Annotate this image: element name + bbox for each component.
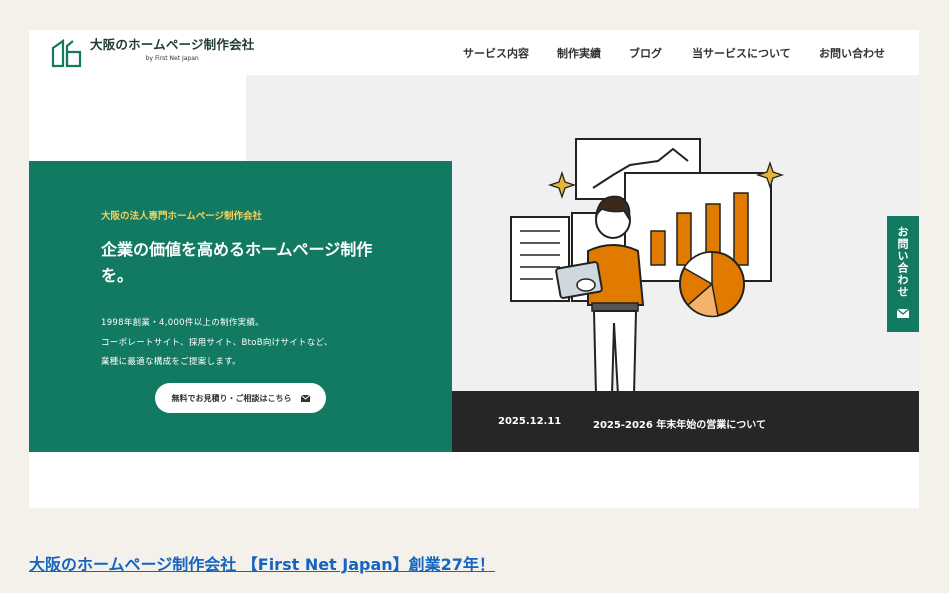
news-title[interactable]: 2025-2026 年末年始の営業について xyxy=(593,416,766,431)
news-bar[interactable]: 2025.12.11 2025-2026 年末年始の営業について xyxy=(452,391,919,452)
floating-contact-tab[interactable]: お問い合わせ xyxy=(887,216,919,332)
hero-tagline: 大阪の法人専門ホームページ制作会社 xyxy=(101,211,263,222)
logo-mark-icon xyxy=(51,38,82,68)
logo-subtitle: by First Net Japan xyxy=(145,55,199,62)
nav-item-about[interactable]: 当サービスについて xyxy=(692,45,791,61)
hero-desc-line: 業種に最適な構成をご提案します。 xyxy=(101,357,241,367)
site-logo[interactable]: 大阪のホームページ制作会社 by First Net Japan xyxy=(51,37,254,68)
mail-icon xyxy=(300,394,310,402)
nav-item-works[interactable]: 制作実績 xyxy=(557,45,601,61)
hero-desc-line: コーポレートサイト、採用サイト、BtoB向けサイトなど、 xyxy=(101,337,333,348)
chart-illustration-icon xyxy=(510,138,785,393)
hero-description: 1998年創業・4,000件以上の制作実績。 コーポレートサイト、採用サイト、B… xyxy=(101,314,401,373)
mail-icon xyxy=(897,309,909,318)
page-title-link[interactable]: 大阪のホームページ制作会社 【First Net Japan】創業27年！ xyxy=(29,551,495,575)
consultation-button[interactable]: 無料でお見積り・ご相談はこちら xyxy=(155,383,326,413)
hero-headline: 企業の価値を高めるホームページ制作を。 xyxy=(101,240,373,285)
nav-item-services[interactable]: サービス内容 xyxy=(463,45,529,61)
contact-tab-label: お問い合わせ xyxy=(896,226,909,298)
website-frame: 大阪のホームページ制作会社 by First Net Japan サービス内容 … xyxy=(29,30,919,508)
site-header: 大阪のホームページ制作会社 by First Net Japan サービス内容 … xyxy=(29,30,919,75)
news-date: 2025.12.11 xyxy=(498,416,562,427)
hero-desc-line: 1998年創業・4,000件以上の制作実績。 xyxy=(101,318,265,328)
consultation-button-label: 無料でお見積り・ご相談はこちら xyxy=(171,393,292,403)
logo-title: 大阪のホームページ制作会社 xyxy=(90,37,255,52)
hero-green-panel: 大阪の法人専門ホームページ制作会社 企業の価値を高めるホームページ制作を。 19… xyxy=(29,161,452,452)
nav-item-blog[interactable]: ブログ xyxy=(629,45,662,61)
nav-item-contact[interactable]: お問い合わせ xyxy=(819,45,885,61)
